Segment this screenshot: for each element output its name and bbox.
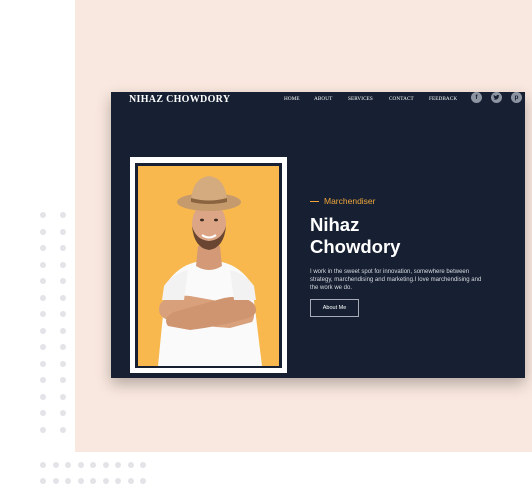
hero-name-line1: Nihaz [310,214,360,235]
twitter-icon[interactable] [491,92,502,103]
decorative-dot [60,426,66,433]
profile-photo-frame [130,157,287,373]
nav-link-about[interactable]: ABOUT [314,96,332,102]
hero-name: Nihaz Chowdory [310,214,460,258]
hero-name-line2: Chowdory [310,236,401,257]
hero-description: I work in the sweet spot for innovation,… [310,269,482,291]
decorative-dot [40,294,46,301]
nav-link-home[interactable]: HOME [284,96,300,102]
accent-dash [310,201,319,203]
decorative-dot [65,478,71,484]
decorative-dot [40,228,46,235]
decorative-dot [127,478,134,484]
nav-link-feedback[interactable]: FEEDBACK [429,96,457,102]
profile-photo [138,166,279,366]
decorative-dot [60,245,66,251]
decorative-dot [77,462,84,468]
decorative-dot [40,462,46,468]
decorative-dot [40,327,46,334]
website-mockup: NIHAZ CHOWDORY HOME ABOUT SERVICES CONTA… [111,92,525,378]
decorative-dot [40,261,46,268]
decorative-dot [60,377,66,383]
site-brand-logo[interactable]: NIHAZ CHOWDORY [129,94,230,105]
nav-link-contact[interactable]: CONTACT [389,96,414,102]
decorative-dot [102,478,109,484]
decorative-dot [140,462,146,468]
decorative-dot [77,478,84,484]
decorative-dot [40,344,46,350]
decorative-dot [60,228,66,235]
pinterest-icon[interactable]: p [511,92,522,103]
decorative-dot [40,393,46,400]
decorative-dot [52,462,59,468]
decorative-dot [90,462,96,468]
decorative-dot [60,360,66,367]
hero-role: Marchendiser [310,196,376,206]
decorative-dot [40,278,46,284]
decorative-dot [40,478,46,484]
decorative-dot [65,462,71,468]
decorative-dot [60,261,66,268]
decorative-dot [60,294,66,301]
decorative-dot [40,377,46,383]
decorative-dot [115,462,121,468]
about-me-button[interactable]: About Me [310,299,359,317]
decorative-dot [102,462,109,468]
decorative-dot [52,478,59,484]
facebook-icon[interactable]: f [471,92,482,103]
decorative-dot [60,327,66,334]
decorative-dot [40,212,46,218]
decorative-dot [60,212,66,218]
decorative-dot [40,311,46,317]
decorative-dot [60,311,66,317]
decorative-dot [60,410,66,416]
nav-link-services[interactable]: SERVICES [348,96,373,102]
decorative-dot [115,478,121,484]
decorative-dot [60,393,66,400]
decorative-dot [60,344,66,350]
decorative-dot [127,462,134,468]
decorative-dot [140,478,146,484]
decorative-dot [40,410,46,416]
decorative-dot [40,360,46,367]
decorative-dot [40,245,46,251]
decorative-dot [60,278,66,284]
decorative-dot [40,426,46,433]
decorative-dot [90,478,96,484]
